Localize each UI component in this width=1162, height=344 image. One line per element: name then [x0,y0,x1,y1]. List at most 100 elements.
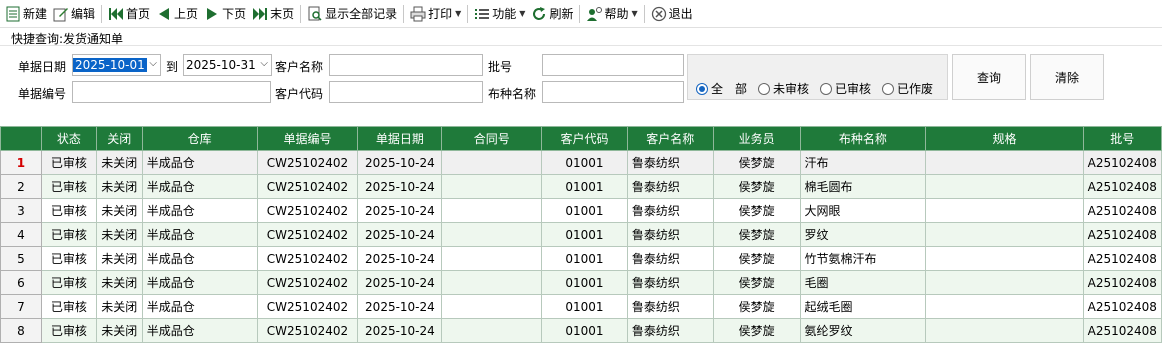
contract-cell[interactable] [441,318,543,343]
spec-cell[interactable] [925,198,1084,223]
customer-name-cell[interactable]: 鲁泰纺织 [626,318,714,343]
new-button[interactable]: 新建 [2,2,50,26]
search-button[interactable]: 查询 [952,54,1026,100]
date-to-picker[interactable]: 2025-10-31 ⌵ [183,54,272,76]
table-row[interactable]: 1 已审核 未关闭 半成品仓 CW25102402 2025-10-24 01001 鲁泰纺织… [0,150,1162,175]
column-header-doc-date[interactable]: 单据日期 [357,126,443,151]
customer-code-cell[interactable]: 01001 [541,198,628,223]
print-button[interactable]: 打印 ▼ [407,2,464,26]
salesperson-cell[interactable]: 侯梦旋 [712,174,801,199]
help-button[interactable]: 帮助 ▼ [583,2,640,26]
status-cell[interactable]: 已审核 [40,294,97,319]
customer-name-cell[interactable]: 鲁泰纺织 [626,198,714,223]
clear-button[interactable]: 清除 [1030,54,1104,100]
salesperson-cell[interactable]: 侯梦旋 [712,222,801,247]
batch-cell[interactable]: A25102408 [1082,318,1162,343]
fabric-name-cell[interactable]: 竹节氨棉汗布 [799,246,927,271]
row-number[interactable]: 4 [0,222,42,247]
customer-code-cell[interactable]: 01001 [541,174,628,199]
closed-cell[interactable]: 未关闭 [95,150,143,175]
date-from-picker[interactable]: 2025-10-01 ⌵ [72,54,161,76]
fabric-name-cell[interactable]: 氨纶罗纹 [799,318,927,343]
column-header-contract[interactable]: 合同号 [441,126,543,151]
salesperson-cell[interactable]: 侯梦旋 [712,246,801,271]
doc-date-cell[interactable]: 2025-10-24 [357,294,443,319]
status-cell[interactable]: 已审核 [40,198,97,223]
status-cell[interactable]: 已审核 [40,246,97,271]
doc-no-cell[interactable]: CW25102402 [256,270,359,295]
doc-date-cell[interactable]: 2025-10-24 [357,246,443,271]
batch-cell[interactable]: A25102408 [1082,150,1162,175]
table-row[interactable]: 6 已审核 未关闭 半成品仓 CW25102402 2025-10-24 01001 鲁泰纺织… [0,270,1162,295]
customer-name-cell[interactable]: 鲁泰纺织 [626,222,714,247]
column-header-salesperson[interactable]: 业务员 [712,126,801,151]
fabric-name-cell[interactable]: 罗纹 [799,222,927,247]
batch-cell[interactable]: A25102408 [1082,222,1162,247]
spec-cell[interactable] [925,174,1084,199]
salesperson-cell[interactable]: 侯梦旋 [712,294,801,319]
column-header[interactable] [0,126,42,151]
doc-date-cell[interactable]: 2025-10-24 [357,198,443,223]
warehouse-cell[interactable]: 半成品仓 [141,270,258,295]
table-row[interactable]: 2 已审核 未关闭 半成品仓 CW25102402 2025-10-24 01001 鲁泰纺织… [0,174,1162,199]
customer-name-cell[interactable]: 鲁泰纺织 [626,150,714,175]
radio-unreviewed[interactable]: 未审核 [758,80,809,97]
next-page-button[interactable]: 下页 [201,2,249,26]
customer-code-cell[interactable]: 01001 [541,150,628,175]
closed-cell[interactable]: 未关闭 [95,270,143,295]
radio-reviewed[interactable]: 已审核 [820,80,871,97]
spec-cell[interactable] [925,318,1084,343]
contract-cell[interactable] [441,150,543,175]
spec-cell[interactable] [925,294,1084,319]
status-cell[interactable]: 已审核 [40,222,97,247]
customer-code-input[interactable] [329,81,483,103]
contract-cell[interactable] [441,222,543,247]
customer-code-cell[interactable]: 01001 [541,270,628,295]
batch-cell[interactable]: A25102408 [1082,246,1162,271]
table-row[interactable]: 3 已审核 未关闭 半成品仓 CW25102402 2025-10-24 01001 鲁泰纺织… [0,198,1162,223]
doc-date-cell[interactable]: 2025-10-24 [357,318,443,343]
batch-cell[interactable]: A25102408 [1082,270,1162,295]
column-header-closed[interactable]: 关闭 [95,126,143,151]
status-cell[interactable]: 已审核 [40,270,97,295]
edit-button[interactable]: 编辑 [50,2,98,26]
customer-code-cell[interactable]: 01001 [541,222,628,247]
fabric-name-cell[interactable]: 汗布 [799,150,927,175]
column-header-doc-no[interactable]: 单据编号 [256,126,359,151]
row-number[interactable]: 2 [0,174,42,199]
column-header-customer-code[interactable]: 客户代码 [541,126,628,151]
column-header-spec[interactable]: 规格 [925,126,1084,151]
status-cell[interactable]: 已审核 [40,174,97,199]
closed-cell[interactable]: 未关闭 [95,174,143,199]
contract-cell[interactable] [441,174,543,199]
row-number[interactable]: 8 [0,318,42,343]
row-number[interactable]: 3 [0,198,42,223]
refresh-button[interactable]: 刷新 [528,2,576,26]
customer-name-cell[interactable]: 鲁泰纺织 [626,270,714,295]
prev-page-button[interactable]: 上页 [153,2,201,26]
customer-code-cell[interactable]: 01001 [541,246,628,271]
column-header-fabric-name[interactable]: 布种名称 [799,126,927,151]
warehouse-cell[interactable]: 半成品仓 [141,294,258,319]
spec-cell[interactable] [925,246,1084,271]
table-row[interactable]: 5 已审核 未关闭 半成品仓 CW25102402 2025-10-24 01001 鲁泰纺织… [0,246,1162,271]
column-header-status[interactable]: 状态 [40,126,97,151]
last-page-button[interactable]: 末页 [249,2,297,26]
customer-code-cell[interactable]: 01001 [541,294,628,319]
customer-name-cell[interactable]: 鲁泰纺织 [626,294,714,319]
closed-cell[interactable]: 未关闭 [95,222,143,247]
column-header-batch[interactable]: 批号 [1082,126,1162,151]
salesperson-cell[interactable]: 侯梦旋 [712,198,801,223]
doc-no-cell[interactable]: CW25102402 [256,246,359,271]
closed-cell[interactable]: 未关闭 [95,198,143,223]
customer-name-input[interactable] [329,54,483,76]
batch-cell[interactable]: A25102408 [1082,198,1162,223]
radio-voided[interactable]: 已作废 [882,80,933,97]
status-cell[interactable]: 已审核 [40,318,97,343]
doc-no-cell[interactable]: CW25102402 [256,174,359,199]
table-row[interactable]: 8 已审核 未关闭 半成品仓 CW25102402 2025-10-24 01001 鲁泰纺织… [0,318,1162,343]
warehouse-cell[interactable]: 半成品仓 [141,174,258,199]
fabric-name-cell[interactable]: 大网眼 [799,198,927,223]
contract-cell[interactable] [441,294,543,319]
customer-name-cell[interactable]: 鲁泰纺织 [626,246,714,271]
